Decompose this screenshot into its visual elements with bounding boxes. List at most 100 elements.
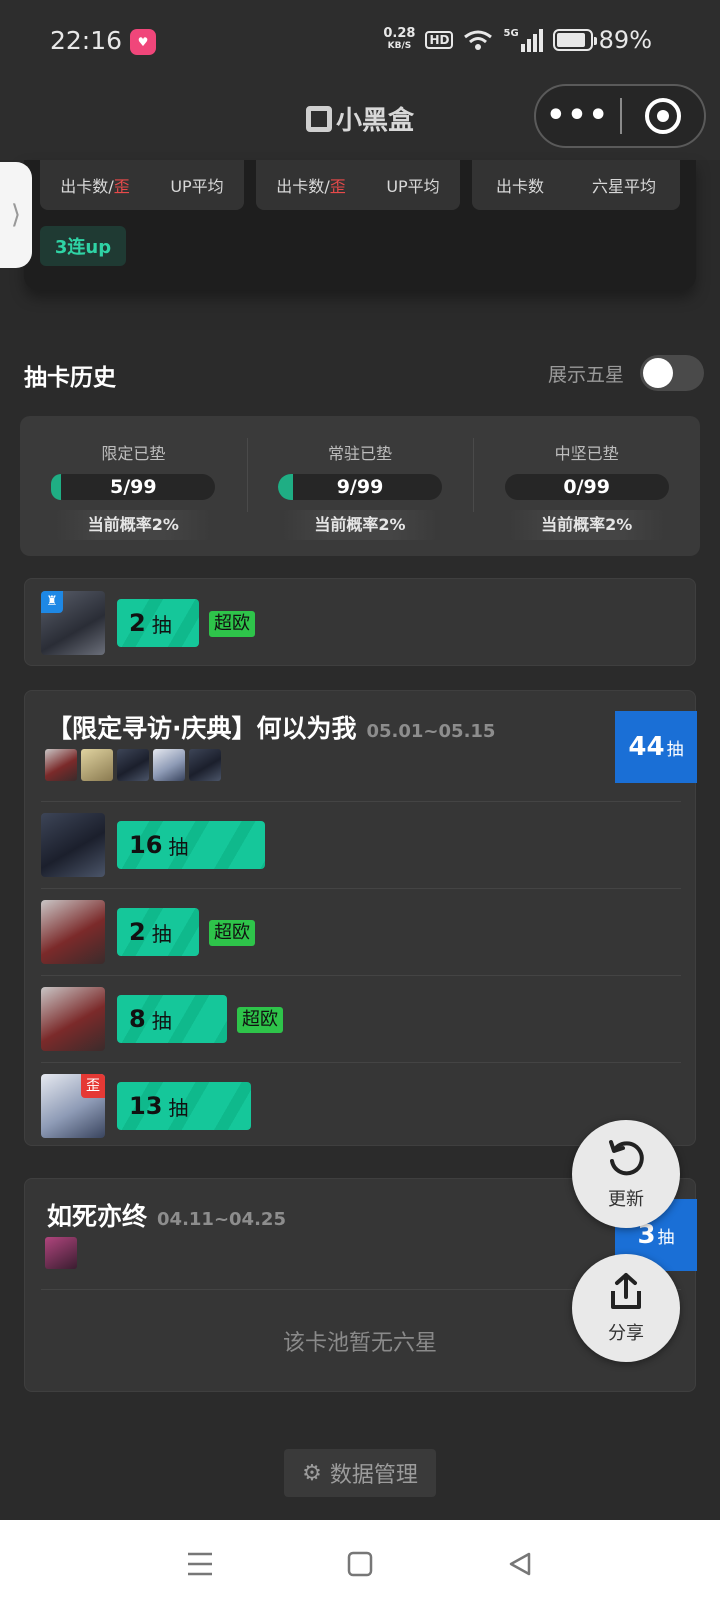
banner-title: 如死亦终 04.11~04.25 bbox=[47, 1202, 286, 1231]
refresh-button[interactable]: 更新 bbox=[572, 1120, 680, 1228]
banner-date: 05.01~05.15 bbox=[366, 721, 496, 742]
divider bbox=[41, 888, 681, 889]
pity-value: 0/99 bbox=[563, 476, 610, 498]
stat-box-standard: 出卡数/歪 UP平均 bbox=[256, 160, 460, 210]
signal-icon: 5G bbox=[503, 28, 543, 52]
net-speed: 0.28 KB/S bbox=[383, 27, 415, 53]
banner-total-count: 44 bbox=[628, 732, 665, 762]
stat-box-core: 出卡数 六星平均 bbox=[472, 160, 680, 210]
chevron-right-icon: ⟩ bbox=[10, 200, 22, 230]
mini-operator-avatar bbox=[45, 749, 77, 781]
home-icon[interactable] bbox=[340, 1544, 380, 1584]
stat-label: 出卡数/歪 bbox=[276, 177, 346, 196]
pity-standard: 常驻已垫 9/99 当前概率2% bbox=[246, 416, 474, 556]
pity-value: 9/99 bbox=[336, 476, 384, 498]
banner-operators bbox=[45, 749, 221, 781]
history-title: 抽卡历史 bbox=[24, 365, 116, 391]
battery-icon bbox=[552, 29, 597, 51]
banner-title: 【限定寻访·庆典】何以为我 05.01~05.15 bbox=[47, 714, 496, 743]
more-button[interactable]: ••• bbox=[536, 101, 620, 131]
mini-operator-avatar bbox=[81, 749, 113, 781]
pity-label: 中坚已垫 bbox=[554, 444, 619, 463]
pull-count-bar: 8抽 bbox=[117, 995, 227, 1043]
data-management-label: 数据管理 bbox=[329, 1463, 418, 1488]
stat-label: 出卡数/歪 bbox=[60, 177, 130, 196]
pull-count-bar: 13 抽 bbox=[117, 1082, 251, 1130]
status-right: 0.28 KB/S HD 5G 89% bbox=[383, 26, 652, 54]
stat-label: UP平均 bbox=[170, 177, 224, 196]
gear-icon: ⚙ bbox=[302, 1460, 322, 1486]
target-icon bbox=[644, 98, 681, 134]
banner-card: 【限定寻访·庆典】何以为我 05.01~05.15 44 抽 16 抽 2抽 超欧 bbox=[24, 690, 697, 1146]
operator-avatar bbox=[41, 813, 105, 877]
mini-operator-avatar bbox=[117, 749, 149, 781]
pull-count-bar: 2抽 bbox=[117, 599, 199, 647]
signal-label: 5G bbox=[503, 28, 519, 39]
operator-avatar bbox=[41, 987, 105, 1051]
pity-core: 中坚已垫 0/99 当前概率2% bbox=[473, 416, 700, 556]
pull-count: 16 bbox=[129, 831, 163, 859]
banner-total-badge: 44 抽 bbox=[615, 711, 697, 783]
pity-rate: 当前概率2% bbox=[282, 510, 438, 540]
status-bar: 22:16 ♥ 0.28 KB/S HD 5G 89% bbox=[0, 0, 720, 84]
pull-row[interactable]: 8抽 超欧 bbox=[41, 987, 661, 1051]
pull-unit: 抽 bbox=[168, 1095, 189, 1120]
pull-row[interactable]: 歪 13 抽 bbox=[41, 1074, 661, 1138]
pull-row[interactable]: 2抽 超欧 bbox=[41, 900, 661, 964]
pity-card: 限定已垫 5/99 当前概率2% 常驻已垫 9/99 当前概率2% 中坚已垫 0… bbox=[20, 416, 700, 556]
stat-box-limited: 出卡数/歪 UP平均 bbox=[40, 160, 244, 210]
pity-label: 限定已垫 bbox=[101, 444, 166, 463]
pull-unit: 抽 bbox=[151, 921, 172, 946]
pity-progress-bar: 5/99 bbox=[51, 474, 216, 500]
operator-avatar: ♜ bbox=[41, 591, 105, 655]
refresh-icon bbox=[609, 1140, 644, 1176]
show-five-star-label: 展示五星 bbox=[547, 364, 624, 386]
show-five-star-toggle[interactable] bbox=[640, 355, 704, 391]
share-button[interactable]: 分享 bbox=[572, 1254, 680, 1362]
pity-limited: 限定已垫 5/99 当前概率2% bbox=[20, 416, 247, 556]
side-drawer-handle[interactable]: ⟩ bbox=[0, 162, 32, 268]
pull-count-bar: 2抽 bbox=[117, 908, 199, 956]
back-icon[interactable] bbox=[500, 1544, 540, 1584]
pull-unit: 抽 bbox=[151, 1008, 172, 1033]
pull-count: 2 bbox=[129, 918, 146, 946]
operator-avatar: 歪 bbox=[41, 1074, 105, 1138]
pull-count: 2 bbox=[129, 609, 146, 637]
pull-count: 13 bbox=[129, 1092, 163, 1120]
data-management-button[interactable]: ⚙ 数据管理 bbox=[284, 1449, 436, 1497]
mini-operator-avatar bbox=[189, 749, 221, 781]
hd-icon: HD bbox=[425, 31, 454, 49]
divider bbox=[41, 975, 681, 976]
pull-unit: 抽 bbox=[168, 834, 189, 859]
close-miniprogram-button[interactable] bbox=[622, 98, 704, 134]
banner-operators bbox=[45, 1237, 77, 1269]
pull-row[interactable]: ♜ 2抽 超欧 bbox=[41, 591, 661, 655]
divider bbox=[41, 801, 681, 802]
banner-date: 04.11~04.25 bbox=[157, 1209, 286, 1230]
mini-operator-avatar bbox=[45, 1237, 77, 1269]
nav-bar: 小黑盒 ••• bbox=[0, 84, 720, 160]
stat-label: 六星平均 bbox=[591, 177, 656, 196]
refresh-label: 更新 bbox=[608, 1189, 644, 1210]
banner-total-unit: 抽 bbox=[657, 1227, 675, 1248]
miniprogram-capsule: ••• bbox=[534, 84, 706, 148]
pull-unit: 抽 bbox=[151, 612, 172, 637]
share-icon bbox=[611, 1273, 641, 1309]
net-speed-unit: KB/S bbox=[387, 41, 412, 51]
three-up-tag: 3连up bbox=[40, 226, 126, 266]
menu-icon[interactable] bbox=[180, 1544, 220, 1584]
heart-icon: ♥ bbox=[130, 29, 156, 55]
pull-record-card: ♜ 2抽 超欧 bbox=[24, 578, 696, 666]
super-lucky-tag: 超欧 bbox=[237, 1007, 283, 1033]
operator-avatar bbox=[41, 900, 105, 964]
net-speed-value: 0.28 bbox=[383, 26, 416, 41]
stat-label: 出卡数 bbox=[495, 177, 544, 196]
battery-percent: 89% bbox=[598, 26, 652, 54]
pity-progress-bar: 9/99 bbox=[278, 474, 442, 500]
system-nav-bar bbox=[0, 1520, 720, 1608]
pity-label: 常驻已垫 bbox=[328, 444, 393, 463]
pull-count: 8 bbox=[129, 1005, 146, 1033]
pity-value: 5/99 bbox=[110, 476, 157, 498]
pull-row[interactable]: 16 抽 bbox=[41, 813, 661, 877]
super-lucky-tag: 超欧 bbox=[209, 611, 255, 637]
